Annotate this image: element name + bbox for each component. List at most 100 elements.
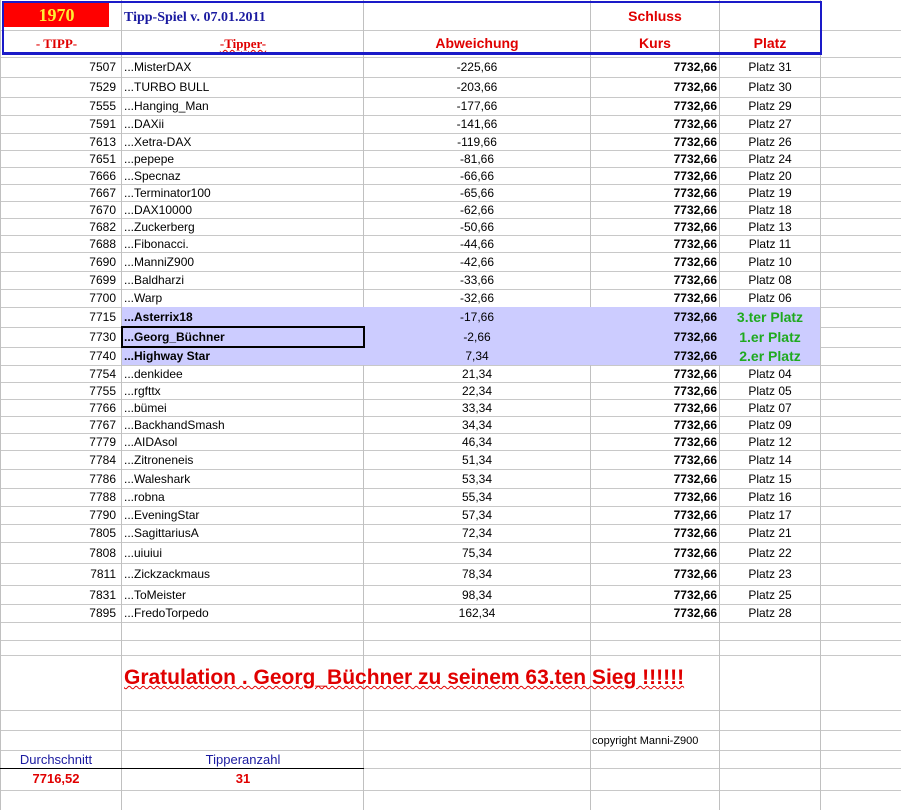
- cell-abweichung[interactable]: -81,66: [364, 152, 590, 166]
- cell-tipper[interactable]: ...BackhandSmash: [124, 418, 362, 432]
- cell-abweichung[interactable]: -42,66: [364, 255, 590, 269]
- cell-tipper[interactable]: ...uiuiui: [124, 546, 362, 560]
- cell-platz[interactable]: Platz 27: [720, 117, 820, 131]
- cell-platz[interactable]: Platz 10: [720, 255, 820, 269]
- cell-abweichung[interactable]: 75,34: [364, 546, 590, 560]
- cell-tipp[interactable]: 7779: [0, 435, 116, 449]
- table-row[interactable]: 7808 ...uiuiui 75,34 7732,66 Platz 22: [0, 542, 820, 563]
- cell-tipper[interactable]: ...AIDAsol: [124, 435, 362, 449]
- cell-kurs[interactable]: 7732,66: [591, 255, 717, 269]
- cell-abweichung[interactable]: -65,66: [364, 186, 590, 200]
- cell-abweichung[interactable]: -17,66: [364, 310, 590, 324]
- cell-tipper[interactable]: ...Asterrix18: [124, 310, 362, 324]
- cell-kurs[interactable]: 7732,66: [591, 546, 717, 560]
- cell-kurs[interactable]: 7732,66: [591, 237, 717, 251]
- cell-tipp[interactable]: 7755: [0, 384, 116, 398]
- cell-tipper[interactable]: ...Fibonacci.: [124, 237, 362, 251]
- cell-abweichung[interactable]: -119,66: [364, 135, 590, 149]
- cell-kurs[interactable]: 7732,66: [591, 567, 717, 581]
- table-row[interactable]: 7667 ...Terminator100 -65,66 7732,66 Platz 1…: [0, 184, 820, 201]
- cell-abweichung[interactable]: -66,66: [364, 169, 590, 183]
- cell-kurs[interactable]: 7732,66: [591, 135, 717, 149]
- cell-abweichung[interactable]: 57,34: [364, 508, 590, 522]
- cell-platz[interactable]: Platz 16: [720, 490, 820, 504]
- cell-platz[interactable]: Platz 07: [720, 401, 820, 415]
- table-row[interactable]: 7786 ...Waleshark 53,34 7732,66 Platz 15: [0, 469, 820, 488]
- cell-kurs[interactable]: 7732,66: [591, 526, 717, 540]
- cell-kurs[interactable]: 7732,66: [591, 169, 717, 183]
- cell-kurs[interactable]: 7732,66: [591, 453, 717, 467]
- cell-tipper[interactable]: ...DAX10000: [124, 203, 362, 217]
- cell-tipper[interactable]: ...TURBO BULL: [124, 80, 362, 94]
- table-row[interactable]: 7690 ...ManniZ900 -42,66 7732,66 Platz 10: [0, 252, 820, 271]
- cell-abweichung[interactable]: 78,34: [364, 567, 590, 581]
- cell-kurs[interactable]: 7732,66: [591, 606, 717, 620]
- table-row[interactable]: 7790 ...EveningStar 57,34 7732,66 Platz 17: [0, 506, 820, 524]
- cell-platz[interactable]: Platz 08: [720, 273, 820, 287]
- cell-kurs[interactable]: 7732,66: [591, 117, 717, 131]
- table-row[interactable]: 7811 ...Zickzackmaus 78,34 7732,66 Platz 23: [0, 563, 820, 585]
- cell-kurs[interactable]: 7732,66: [591, 310, 717, 324]
- cell-tipp[interactable]: 7666: [0, 169, 116, 183]
- cell-abweichung[interactable]: 162,34: [364, 606, 590, 620]
- table-row[interactable]: 7507 ...MisterDAX -225,66 7732,66 Platz 31: [0, 57, 820, 77]
- cell-tipp[interactable]: 7651: [0, 152, 116, 166]
- cell-kurs[interactable]: 7732,66: [591, 273, 717, 287]
- cell-abweichung[interactable]: -33,66: [364, 273, 590, 287]
- table-row[interactable]: 7755 ...rgfttx 22,34 7732,66 Platz 05: [0, 382, 820, 399]
- cell-tipper[interactable]: ...Specnaz: [124, 169, 362, 183]
- cell-kurs[interactable]: 7732,66: [591, 349, 717, 363]
- cell-tipp[interactable]: 7670: [0, 203, 116, 217]
- cell-platz[interactable]: Platz 30: [720, 80, 820, 94]
- cell-tipper[interactable]: ...EveningStar: [124, 508, 362, 522]
- cell-tipper[interactable]: ...Waleshark: [124, 472, 362, 486]
- cell-abweichung[interactable]: -2,66: [364, 330, 590, 344]
- cell-tipper[interactable]: ...FredoTorpedo: [124, 606, 362, 620]
- cell-tipp[interactable]: 7786: [0, 472, 116, 486]
- cell-tipper[interactable]: ...ToMeister: [124, 588, 362, 602]
- cell-tipper[interactable]: ...rgfttx: [124, 384, 362, 398]
- table-row[interactable]: 7767 ...BackhandSmash 34,34 7732,66 Platz 09: [0, 416, 820, 433]
- cell-tipper[interactable]: ...Terminator100: [124, 186, 362, 200]
- cell-tipp[interactable]: 7555: [0, 99, 116, 113]
- cell-platz[interactable]: Platz 06: [720, 291, 820, 305]
- cell-tipper[interactable]: ...pepepe: [124, 152, 362, 166]
- cell-tipper[interactable]: ...Xetra-DAX: [124, 135, 362, 149]
- cell-abweichung[interactable]: -32,66: [364, 291, 590, 305]
- cell-tipp[interactable]: 7811: [0, 567, 116, 581]
- table-row[interactable]: 7766 ...bümei 33,34 7732,66 Platz 07: [0, 399, 820, 416]
- cell-tipp[interactable]: 7699: [0, 273, 116, 287]
- cell-kurs[interactable]: 7732,66: [591, 490, 717, 504]
- cell-abweichung[interactable]: 34,34: [364, 418, 590, 432]
- cell-kurs[interactable]: 7732,66: [591, 367, 717, 381]
- cell-platz[interactable]: Platz 14: [720, 453, 820, 467]
- cell-platz[interactable]: Platz 04: [720, 367, 820, 381]
- table-row[interactable]: 7688 ...Fibonacci. -44,66 7732,66 Platz 11: [0, 235, 820, 252]
- cell-tipp[interactable]: 7529: [0, 80, 116, 94]
- cell-tipp[interactable]: 7690: [0, 255, 116, 269]
- cell-platz[interactable]: Platz 28: [720, 606, 820, 620]
- table-row[interactable]: 7788 ...robna 55,34 7732,66 Platz 16: [0, 488, 820, 506]
- cell-abweichung[interactable]: -203,66: [364, 80, 590, 94]
- cell-platz[interactable]: Platz 09: [720, 418, 820, 432]
- cell-kurs[interactable]: 7732,66: [591, 401, 717, 415]
- table-row[interactable]: 7740 ...Highway Star 7,34 7732,66 2.er Platz: [0, 347, 820, 365]
- cell-kurs[interactable]: 7732,66: [591, 435, 717, 449]
- cell-abweichung[interactable]: 98,34: [364, 588, 590, 602]
- table-row[interactable]: 7666 ...Specnaz -66,66 7732,66 Platz 20: [0, 167, 820, 184]
- cell-tipper[interactable]: ...Hanging_Man: [124, 99, 362, 113]
- cell-tipp[interactable]: 7790: [0, 508, 116, 522]
- cell-platz[interactable]: Platz 23: [720, 567, 820, 581]
- cell-tipp[interactable]: 7730: [0, 330, 116, 344]
- cell-abweichung[interactable]: 33,34: [364, 401, 590, 415]
- cell-platz[interactable]: Platz 22: [720, 546, 820, 560]
- cell-tipper[interactable]: ...robna: [124, 490, 362, 504]
- cell-kurs[interactable]: 7732,66: [591, 152, 717, 166]
- cell-tipper[interactable]: ...Highway Star: [124, 349, 362, 363]
- cell-tipp[interactable]: 7682: [0, 220, 116, 234]
- cell-kurs[interactable]: 7732,66: [591, 203, 717, 217]
- cell-kurs[interactable]: 7732,66: [591, 418, 717, 432]
- cell-tipper[interactable]: ...MisterDAX: [124, 60, 362, 74]
- cell-kurs[interactable]: 7732,66: [591, 472, 717, 486]
- table-row[interactable]: 7784 ...Zitroneneis 51,34 7732,66 Platz 14: [0, 450, 820, 469]
